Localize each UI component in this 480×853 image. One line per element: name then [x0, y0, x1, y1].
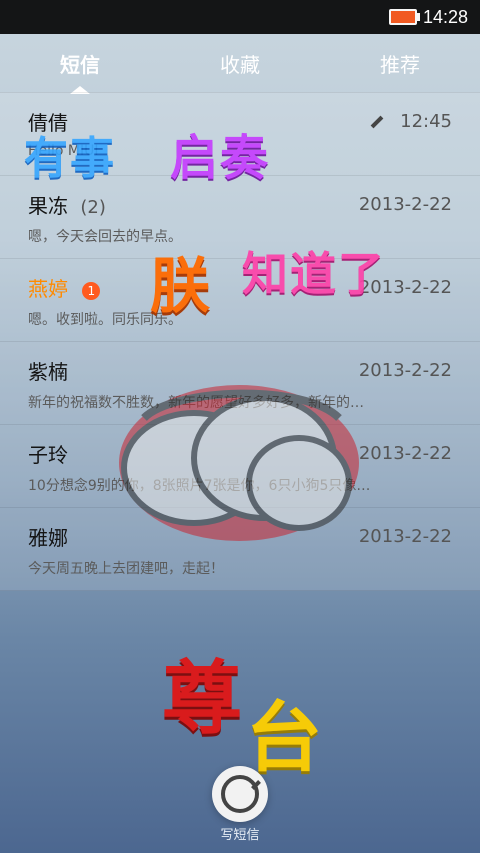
- pencil-icon: [371, 115, 384, 129]
- tab-messages[interactable]: 短信: [0, 49, 160, 94]
- contact-name: 紫楠: [28, 360, 68, 384]
- unread-badge: 1: [82, 281, 101, 300]
- conversation-list: 倩倩 12:45 Hello MIUI 果冻 (2) 2013-2-22 嗯，今…: [0, 92, 480, 591]
- tab-favorites[interactable]: 收藏: [160, 49, 320, 78]
- compose-label: 写短信: [220, 828, 260, 843]
- compose-icon: [221, 775, 259, 813]
- contact-name: 雅娜: [28, 526, 68, 550]
- compose-button[interactable]: [212, 766, 268, 822]
- battery-icon: [388, 9, 420, 25]
- tab-messages-label: 短信: [60, 52, 100, 77]
- overlay-text-6: 台: [246, 693, 324, 782]
- message-time: 2013-2-22: [358, 526, 452, 547]
- message-time: 2013-2-22: [358, 277, 452, 298]
- conversation-row[interactable]: 紫楠 2013-2-22 新年的祝福数不胜数，新年的愿望好多好多，新年的…: [0, 341, 480, 424]
- message-snippet: 新年的祝福数不胜数，新年的愿望好多好多，新年的…: [28, 395, 364, 411]
- conversation-row[interactable]: 雅娜 2013-2-22 今天周五晚上去团建吧，走起！: [0, 507, 480, 591]
- overlay-text-5: 尊: [162, 652, 244, 745]
- message-snippet: Hello MIUI: [28, 143, 99, 159]
- message-time: 12:45: [370, 111, 452, 132]
- tab-bar: 短信 收藏 推荐: [0, 34, 480, 94]
- message-snippet: 今天周五晚上去团建吧，走起！: [28, 561, 224, 577]
- conversation-row[interactable]: 燕婷 1 2013-2-22 嗯。收到啦。同乐同乐。: [0, 258, 480, 341]
- contact-name-text: 燕婷: [28, 277, 68, 301]
- status-time: 14:28: [422, 6, 468, 27]
- conversation-row[interactable]: 倩倩 12:45 Hello MIUI: [0, 92, 480, 175]
- tab-favorites-label: 收藏: [220, 52, 260, 77]
- message-count: (2): [80, 197, 106, 218]
- message-time: 2013-2-22: [358, 194, 452, 215]
- contact-name: 子玲: [28, 443, 68, 467]
- message-snippet: 10分想念9别的你，8张照片7张是你，6只小狗5只像…: [28, 478, 371, 494]
- message-snippet: 嗯，今天会回去的早点。: [28, 229, 182, 245]
- message-snippet: 嗯。收到啦。同乐同乐。: [28, 312, 182, 328]
- contact-name: 倩倩: [28, 111, 68, 135]
- status-bar: 14:28: [0, 0, 480, 34]
- tab-recommend[interactable]: 推荐: [320, 49, 480, 78]
- message-time: 2013-2-22: [358, 443, 452, 464]
- time-value: 12:45: [400, 111, 452, 132]
- contact-name-text: 果冻: [28, 194, 68, 218]
- conversation-row[interactable]: 子玲 2013-2-22 10分想念9别的你，8张照片7张是你，6只小狗5只像…: [0, 424, 480, 507]
- contact-name: 燕婷 1: [28, 273, 101, 302]
- tab-recommend-label: 推荐: [380, 52, 420, 77]
- conversation-row[interactable]: 果冻 (2) 2013-2-22 嗯，今天会回去的早点。: [0, 175, 480, 258]
- message-time: 2013-2-22: [358, 360, 452, 381]
- contact-name: 果冻 (2): [28, 190, 106, 219]
